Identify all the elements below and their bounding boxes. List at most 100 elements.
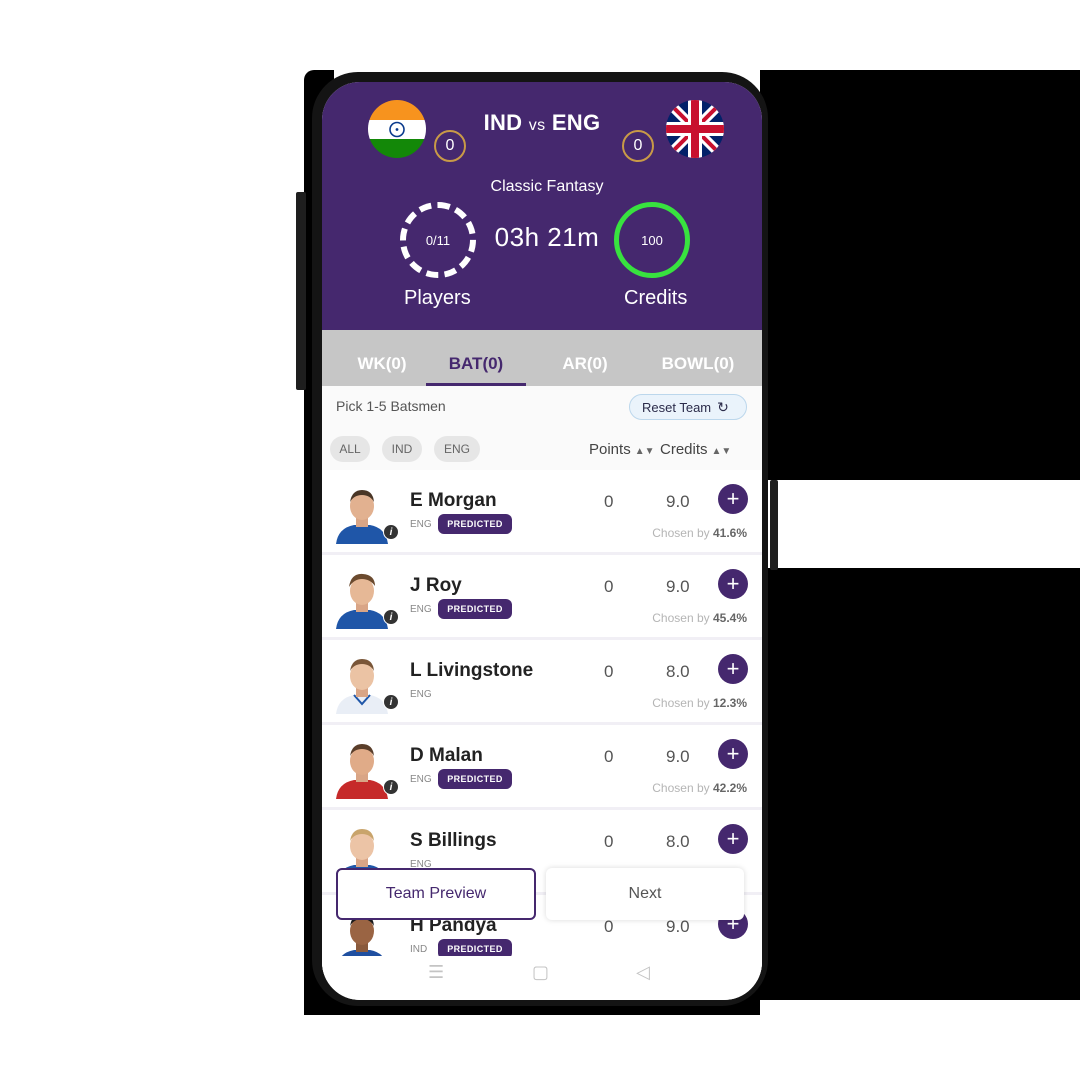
selection-toolbar: Pick 1-5 Batsmen Reset Team ↻ ALL IND EN… <box>322 386 762 470</box>
match-header: 0 IND vs ENG 0 Classic Fantasy 0/11 03h … <box>322 82 762 330</box>
sort-arrows-icon: ▲▼ <box>711 446 732 457</box>
system-nav-bar: ☰ ▢ ◁ <box>322 956 762 1000</box>
back-icon[interactable]: ◁ <box>636 962 650 983</box>
sort-credits-label: Credits <box>660 441 708 458</box>
team-preview-button[interactable]: Team Preview <box>336 868 536 920</box>
reset-team-label: Reset Team <box>642 399 712 415</box>
refresh-icon: ↻ <box>717 398 729 415</box>
player-team: ENG <box>410 604 432 615</box>
plus-icon: + <box>726 571 740 596</box>
player-name: D Malan <box>410 745 483 766</box>
plus-icon: + <box>726 486 740 511</box>
predicted-badge: PREDICTED <box>438 514 512 534</box>
player-row[interactable]: i E Morgan ENG PREDICTED 0 9.0 + Chosen … <box>322 470 762 555</box>
plus-icon: + <box>726 656 740 681</box>
sort-points-button[interactable]: Points ▲▼ <box>589 441 655 458</box>
tab-bat[interactable]: BAT(0) <box>426 330 526 386</box>
chosen-by: Chosen by 42.2% <box>652 781 747 795</box>
player-team: ENG <box>410 774 432 785</box>
tab-ar[interactable]: AR(0) <box>540 330 630 386</box>
player-avatar <box>334 652 390 714</box>
menu-icon[interactable]: ☰ <box>428 962 444 983</box>
countdown-timer: 03h 21m <box>494 222 600 252</box>
player-row[interactable]: i J Roy ENG PREDICTED 0 9.0 + Chosen by … <box>322 555 762 640</box>
tab-bowl[interactable]: BOWL(0) <box>648 330 748 386</box>
add-player-button[interactable]: + <box>718 654 748 684</box>
player-avatar <box>334 567 390 629</box>
info-icon[interactable]: i <box>383 694 399 710</box>
predicted-badge: PREDICTED <box>438 599 512 619</box>
reset-team-button[interactable]: Reset Team ↻ <box>629 394 747 420</box>
player-points: 0 <box>604 832 614 851</box>
player-team: ENG <box>410 519 432 530</box>
credits-label: Credits <box>624 287 688 309</box>
info-icon[interactable]: i <box>383 609 399 625</box>
add-player-button[interactable]: + <box>718 739 748 769</box>
player-row[interactable]: i L Livingstone ENG 0 8.0 + Chosen by 12… <box>322 640 762 725</box>
add-player-button[interactable]: + <box>718 484 748 514</box>
player-credits: 8.0 <box>666 662 690 681</box>
player-name: J Roy <box>410 575 462 596</box>
player-name: E Morgan <box>410 490 497 511</box>
player-points: 0 <box>604 747 614 766</box>
team-left-label: IND <box>483 110 523 135</box>
filter-chip-all[interactable]: ALL <box>330 436 370 462</box>
filter-chip-eng[interactable]: ENG <box>434 436 480 462</box>
player-avatar <box>334 737 390 799</box>
chosen-by-percent: 42.2% <box>712 781 747 795</box>
credits-value: 100 <box>641 232 663 248</box>
canvas: 0 IND vs ENG 0 Classic Fantasy 0/11 03h … <box>0 0 1080 1080</box>
player-row[interactable]: i D Malan ENG PREDICTED 0 9.0 + Chosen b… <box>322 725 762 810</box>
player-points: 0 <box>604 662 614 681</box>
background-block <box>760 70 1080 480</box>
players-label: Players <box>404 287 471 309</box>
volume-button <box>296 192 306 390</box>
credits-ring: 100 <box>614 202 690 278</box>
tab-wk[interactable]: WK(0) <box>340 330 424 386</box>
game-mode-label: Classic Fantasy <box>490 178 604 195</box>
chosen-by-label: Chosen by <box>652 611 710 625</box>
uk-flag-icon <box>666 100 724 158</box>
player-name: S Billings <box>410 830 497 851</box>
player-credits: 9.0 <box>666 917 690 936</box>
sort-arrows-icon: ▲▼ <box>634 446 655 457</box>
plus-icon: + <box>726 826 740 851</box>
next-button[interactable]: Next <box>546 868 744 920</box>
chosen-by-label: Chosen by <box>652 696 710 710</box>
player-points: 0 <box>604 917 614 936</box>
pick-instruction: Pick 1-5 Batsmen <box>336 398 446 414</box>
chosen-by: Chosen by 12.3% <box>652 696 747 710</box>
player-name: L Livingstone <box>410 660 534 681</box>
vs-label: vs <box>528 117 546 134</box>
player-credits: 9.0 <box>666 492 690 511</box>
player-team: ENG <box>410 689 432 700</box>
home-icon[interactable]: ▢ <box>532 962 549 983</box>
info-icon[interactable]: i <box>383 524 399 540</box>
plus-icon: + <box>726 741 740 766</box>
player-points: 0 <box>604 577 614 596</box>
chosen-by-percent: 12.3% <box>712 696 747 710</box>
player-credits: 8.0 <box>666 832 690 851</box>
chosen-by: Chosen by 45.4% <box>652 611 747 625</box>
sort-points-label: Points <box>589 441 631 458</box>
player-credits: 9.0 <box>666 747 690 766</box>
filter-chip-ind[interactable]: IND <box>382 436 422 462</box>
player-points: 0 <box>604 492 614 511</box>
player-credits: 9.0 <box>666 577 690 596</box>
sort-credits-button[interactable]: Credits ▲▼ <box>660 441 731 458</box>
chosen-by: Chosen by 41.6% <box>652 526 747 540</box>
phone-screen: 0 IND vs ENG 0 Classic Fantasy 0/11 03h … <box>322 82 762 1000</box>
player-avatar <box>334 482 390 544</box>
predicted-badge: PREDICTED <box>438 769 512 789</box>
add-player-button[interactable]: + <box>718 824 748 854</box>
power-button <box>770 480 778 570</box>
chosen-by-label: Chosen by <box>652 526 710 540</box>
add-player-button[interactable]: + <box>718 569 748 599</box>
player-team: IND <box>410 944 428 955</box>
chosen-by-percent: 41.6% <box>712 526 747 540</box>
team-right-label: ENG <box>551 110 601 135</box>
score-badge-right: 0 <box>622 130 654 162</box>
chosen-by-percent: 45.4% <box>712 611 747 625</box>
info-icon[interactable]: i <box>383 779 399 795</box>
bottom-action-bar: Team Preview Next <box>336 868 746 920</box>
